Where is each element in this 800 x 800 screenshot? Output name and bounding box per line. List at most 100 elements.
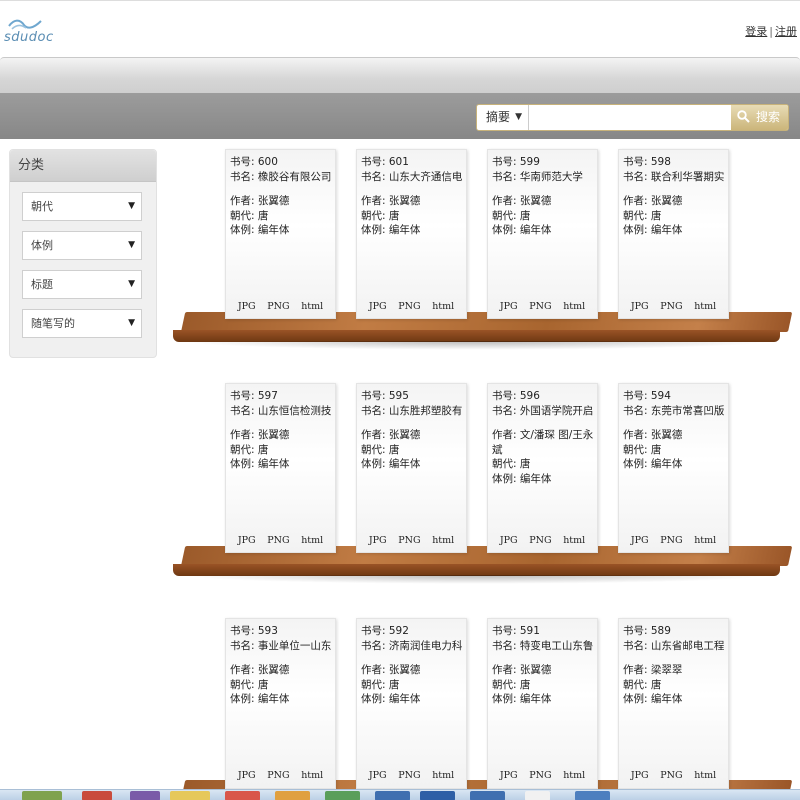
png-link[interactable]: PNG [267, 769, 289, 784]
book-author: 作者: 张翼德 [492, 195, 552, 207]
search-scope-select[interactable]: 摘要 ▼ [477, 105, 529, 130]
book-style: 体例: 编年体 [492, 693, 552, 705]
png-link[interactable]: PNG [398, 300, 420, 315]
jpg-link[interactable]: JPG [631, 769, 649, 784]
png-link[interactable]: PNG [267, 300, 289, 315]
book-title[interactable]: 书名: 外国语学院开启 [492, 404, 594, 419]
taskbar-app-icon[interactable] [22, 791, 62, 800]
jpg-link[interactable]: JPG [500, 534, 518, 549]
taskbar-app-icon[interactable] [130, 791, 160, 800]
book-dynasty: 朝代: 唐 [623, 678, 662, 691]
taskbar-app-icon[interactable] [470, 791, 505, 800]
book-card[interactable]: 书号: 596 书名: 外国语学院开启 作者: 文/潘琛 图/王永斌 朝代: 唐体例:… [487, 383, 598, 553]
book-card[interactable]: 书号: 601 书名: 山东大齐通信电 作者: 张翼德 朝代: 唐体例: 编年体 JPG… [356, 149, 467, 319]
book-title[interactable]: 书名: 联合利华署期实 [623, 170, 725, 185]
taskbar-app-icon[interactable] [325, 791, 360, 800]
html-link[interactable]: html [694, 769, 716, 784]
book-card[interactable]: 书号: 597 书名: 山东恒信检测技 作者: 张翼德 朝代: 唐体例: 编年体 JPG… [225, 383, 336, 553]
filter-label: 体例 [31, 239, 53, 252]
book-card[interactable]: 书号: 598 书名: 联合利华署期实 作者: 张翼德 朝代: 唐体例: 编年体 JPG… [618, 149, 729, 319]
register-link[interactable]: 注册 [775, 25, 797, 38]
book-card[interactable]: 书号: 591 书名: 特变电工山东鲁 作者: 张翼德 朝代: 唐体例: 编年体 JPG… [487, 618, 598, 789]
html-link[interactable]: html [432, 769, 454, 784]
book-title[interactable]: 书名: 事业单位一山东 [230, 639, 332, 654]
html-link[interactable]: html [301, 769, 323, 784]
png-link[interactable]: PNG [529, 534, 551, 549]
book-title[interactable]: 书名: 华南师范大学 [492, 170, 594, 185]
jpg-link[interactable]: JPG [500, 300, 518, 315]
book-card[interactable]: 书号: 593 书名: 事业单位一山东 作者: 张翼德 朝代: 唐体例: 编年体 JPG… [225, 618, 336, 789]
taskbar-app-icon[interactable] [275, 791, 310, 800]
book-author: 作者: 张翼德 [492, 664, 552, 676]
book-author: 作者: 梁翠翠 [623, 664, 683, 676]
jpg-link[interactable]: JPG [238, 769, 256, 784]
html-link[interactable]: html [563, 534, 585, 549]
taskbar-app-icon[interactable] [170, 791, 210, 800]
book-title[interactable]: 书名: 特变电工山东鲁 [492, 639, 594, 654]
jpg-link[interactable]: JPG [369, 534, 387, 549]
dropdown-arrow-icon: ▼ [515, 112, 522, 122]
book-card[interactable]: 书号: 595 书名: 山东胜邦塑胶有 作者: 张翼德 朝代: 唐体例: 编年体 JPG… [356, 383, 467, 553]
search-input[interactable] [530, 105, 732, 130]
png-link[interactable]: PNG [660, 769, 682, 784]
jpg-link[interactable]: JPG [238, 300, 256, 315]
book-title[interactable]: 书名: 山东省邮电工程 [623, 639, 725, 654]
book-card[interactable]: 书号: 600 书名: 橡胶谷有限公司 作者: 张翼德 朝代: 唐体例: 编年体 JPG… [225, 149, 336, 319]
html-link[interactable]: html [563, 769, 585, 784]
taskbar-app-icon[interactable] [420, 791, 455, 800]
book-dynasty: 朝代: 唐 [230, 678, 269, 691]
book-title[interactable]: 书名: 山东胜邦塑胶有 [361, 404, 463, 419]
book-format-links: JPG PNG html [488, 769, 597, 784]
jpg-link[interactable]: JPG [631, 534, 649, 549]
taskbar-app-icon[interactable] [375, 791, 410, 800]
book-id: 书号: 596 [492, 390, 540, 402]
png-link[interactable]: PNG [398, 769, 420, 784]
search-button[interactable]: 搜索 [731, 105, 788, 130]
filter-dynasty-select[interactable]: 朝代 ▼ [22, 192, 142, 221]
jpg-link[interactable]: JPG [238, 534, 256, 549]
taskbar-app-icon[interactable] [575, 791, 610, 800]
book-dynasty: 朝代: 唐 [492, 209, 531, 222]
jpg-link[interactable]: JPG [631, 300, 649, 315]
book-title[interactable]: 书名: 济南润佳电力科 [361, 639, 463, 654]
book-title[interactable]: 书名: 东莞市常喜凹版 [623, 404, 725, 419]
taskbar-app-icon[interactable] [225, 791, 260, 800]
category-sidebar: 分类 朝代 ▼ 体例 ▼ 标题 ▼ 随笔写的 ▼ [9, 149, 157, 358]
book-title[interactable]: 书名: 山东大齐通信电 [361, 170, 463, 185]
filter-notes-select[interactable]: 随笔写的 ▼ [22, 309, 142, 338]
html-link[interactable]: html [694, 300, 716, 315]
taskbar-app-icon[interactable] [525, 791, 550, 800]
filter-title-select[interactable]: 标题 ▼ [22, 270, 142, 299]
html-link[interactable]: html [694, 534, 716, 549]
png-link[interactable]: PNG [660, 300, 682, 315]
png-link[interactable]: PNG [398, 534, 420, 549]
html-link[interactable]: html [432, 300, 454, 315]
site-logo[interactable]: sdudoc [4, 17, 56, 47]
auth-separator: | [769, 25, 773, 38]
html-link[interactable]: html [432, 534, 454, 549]
filter-style-select[interactable]: 体例 ▼ [22, 231, 142, 260]
html-link[interactable]: html [301, 534, 323, 549]
png-link[interactable]: PNG [529, 300, 551, 315]
html-link[interactable]: html [301, 300, 323, 315]
book-dynasty: 朝代: 唐 [623, 209, 662, 222]
book-id: 书号: 593 [230, 625, 278, 637]
book-title[interactable]: 书名: 橡胶谷有限公司 [230, 170, 332, 185]
jpg-link[interactable]: JPG [500, 769, 518, 784]
html-link[interactable]: html [563, 300, 585, 315]
book-card[interactable]: 书号: 599 书名: 华南师范大学 作者: 张翼德 朝代: 唐体例: 编年体 JPG P… [487, 149, 598, 319]
login-link[interactable]: 登录 [745, 25, 767, 38]
book-format-links: JPG PNG html [226, 534, 335, 549]
png-link[interactable]: PNG [660, 534, 682, 549]
png-link[interactable]: PNG [529, 769, 551, 784]
book-style: 体例: 编年体 [361, 224, 421, 236]
book-card[interactable]: 书号: 589 书名: 山东省邮电工程 作者: 梁翠翠 朝代: 唐体例: 编年体 JPG… [618, 618, 729, 789]
png-link[interactable]: PNG [267, 534, 289, 549]
book-title[interactable]: 书名: 山东恒信检测技 [230, 404, 332, 419]
book-card[interactable]: 书号: 594 书名: 东莞市常喜凹版 作者: 张翼德 朝代: 唐体例: 编年体 JPG… [618, 383, 729, 553]
jpg-link[interactable]: JPG [369, 769, 387, 784]
book-card[interactable]: 书号: 592 书名: 济南润佳电力科 作者: 张翼德 朝代: 唐体例: 编年体 JPG… [356, 618, 467, 789]
jpg-link[interactable]: JPG [369, 300, 387, 315]
search-icon [737, 110, 750, 123]
taskbar-app-icon[interactable] [82, 791, 112, 800]
